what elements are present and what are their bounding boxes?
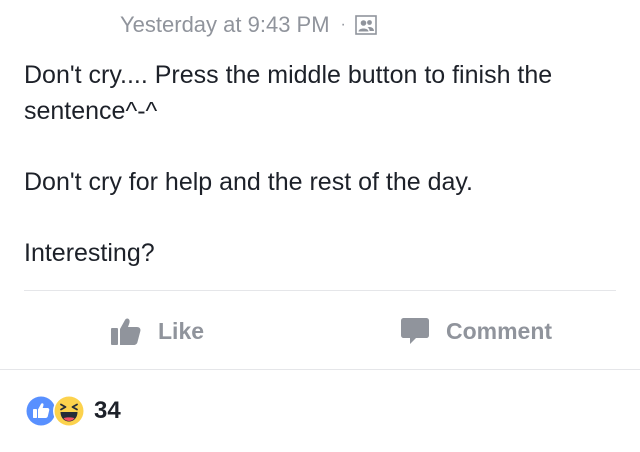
comment-label: Comment — [446, 317, 553, 344]
like-button[interactable]: Like — [110, 304, 204, 358]
post-paragraph: Don't cry for help and the rest of the d… — [24, 168, 473, 196]
reaction-count: 34 — [94, 397, 121, 424]
action-bar: Like Comment — [0, 304, 640, 358]
timestamp-row: Yesterday at 9:43 PM · — [120, 10, 377, 40]
friends-icon[interactable] — [355, 15, 377, 35]
post-paragraph: Don't cry.... Press the middle button to… — [24, 61, 553, 125]
reactions-summary[interactable]: 34 — [24, 393, 121, 429]
post-body: Don't cry.... Press the middle button to… — [0, 57, 640, 271]
speech-bubble-icon — [400, 316, 430, 346]
thumbs-up-icon — [110, 316, 142, 346]
reactions-divider — [0, 369, 640, 370]
post-timestamp[interactable]: Yesterday at 9:43 PM — [120, 12, 330, 38]
actions-divider — [24, 290, 616, 291]
post-header: Yesterday at 9:43 PM · — [0, 0, 640, 60]
separator-dot: · — [340, 16, 346, 33]
post-text: Don't cry.... Press the middle button to… — [0, 57, 640, 271]
post-paragraph: Interesting? — [24, 239, 155, 267]
haha-reaction-icon — [52, 394, 86, 428]
comment-button[interactable]: Comment — [400, 304, 552, 358]
like-label: Like — [158, 317, 205, 344]
